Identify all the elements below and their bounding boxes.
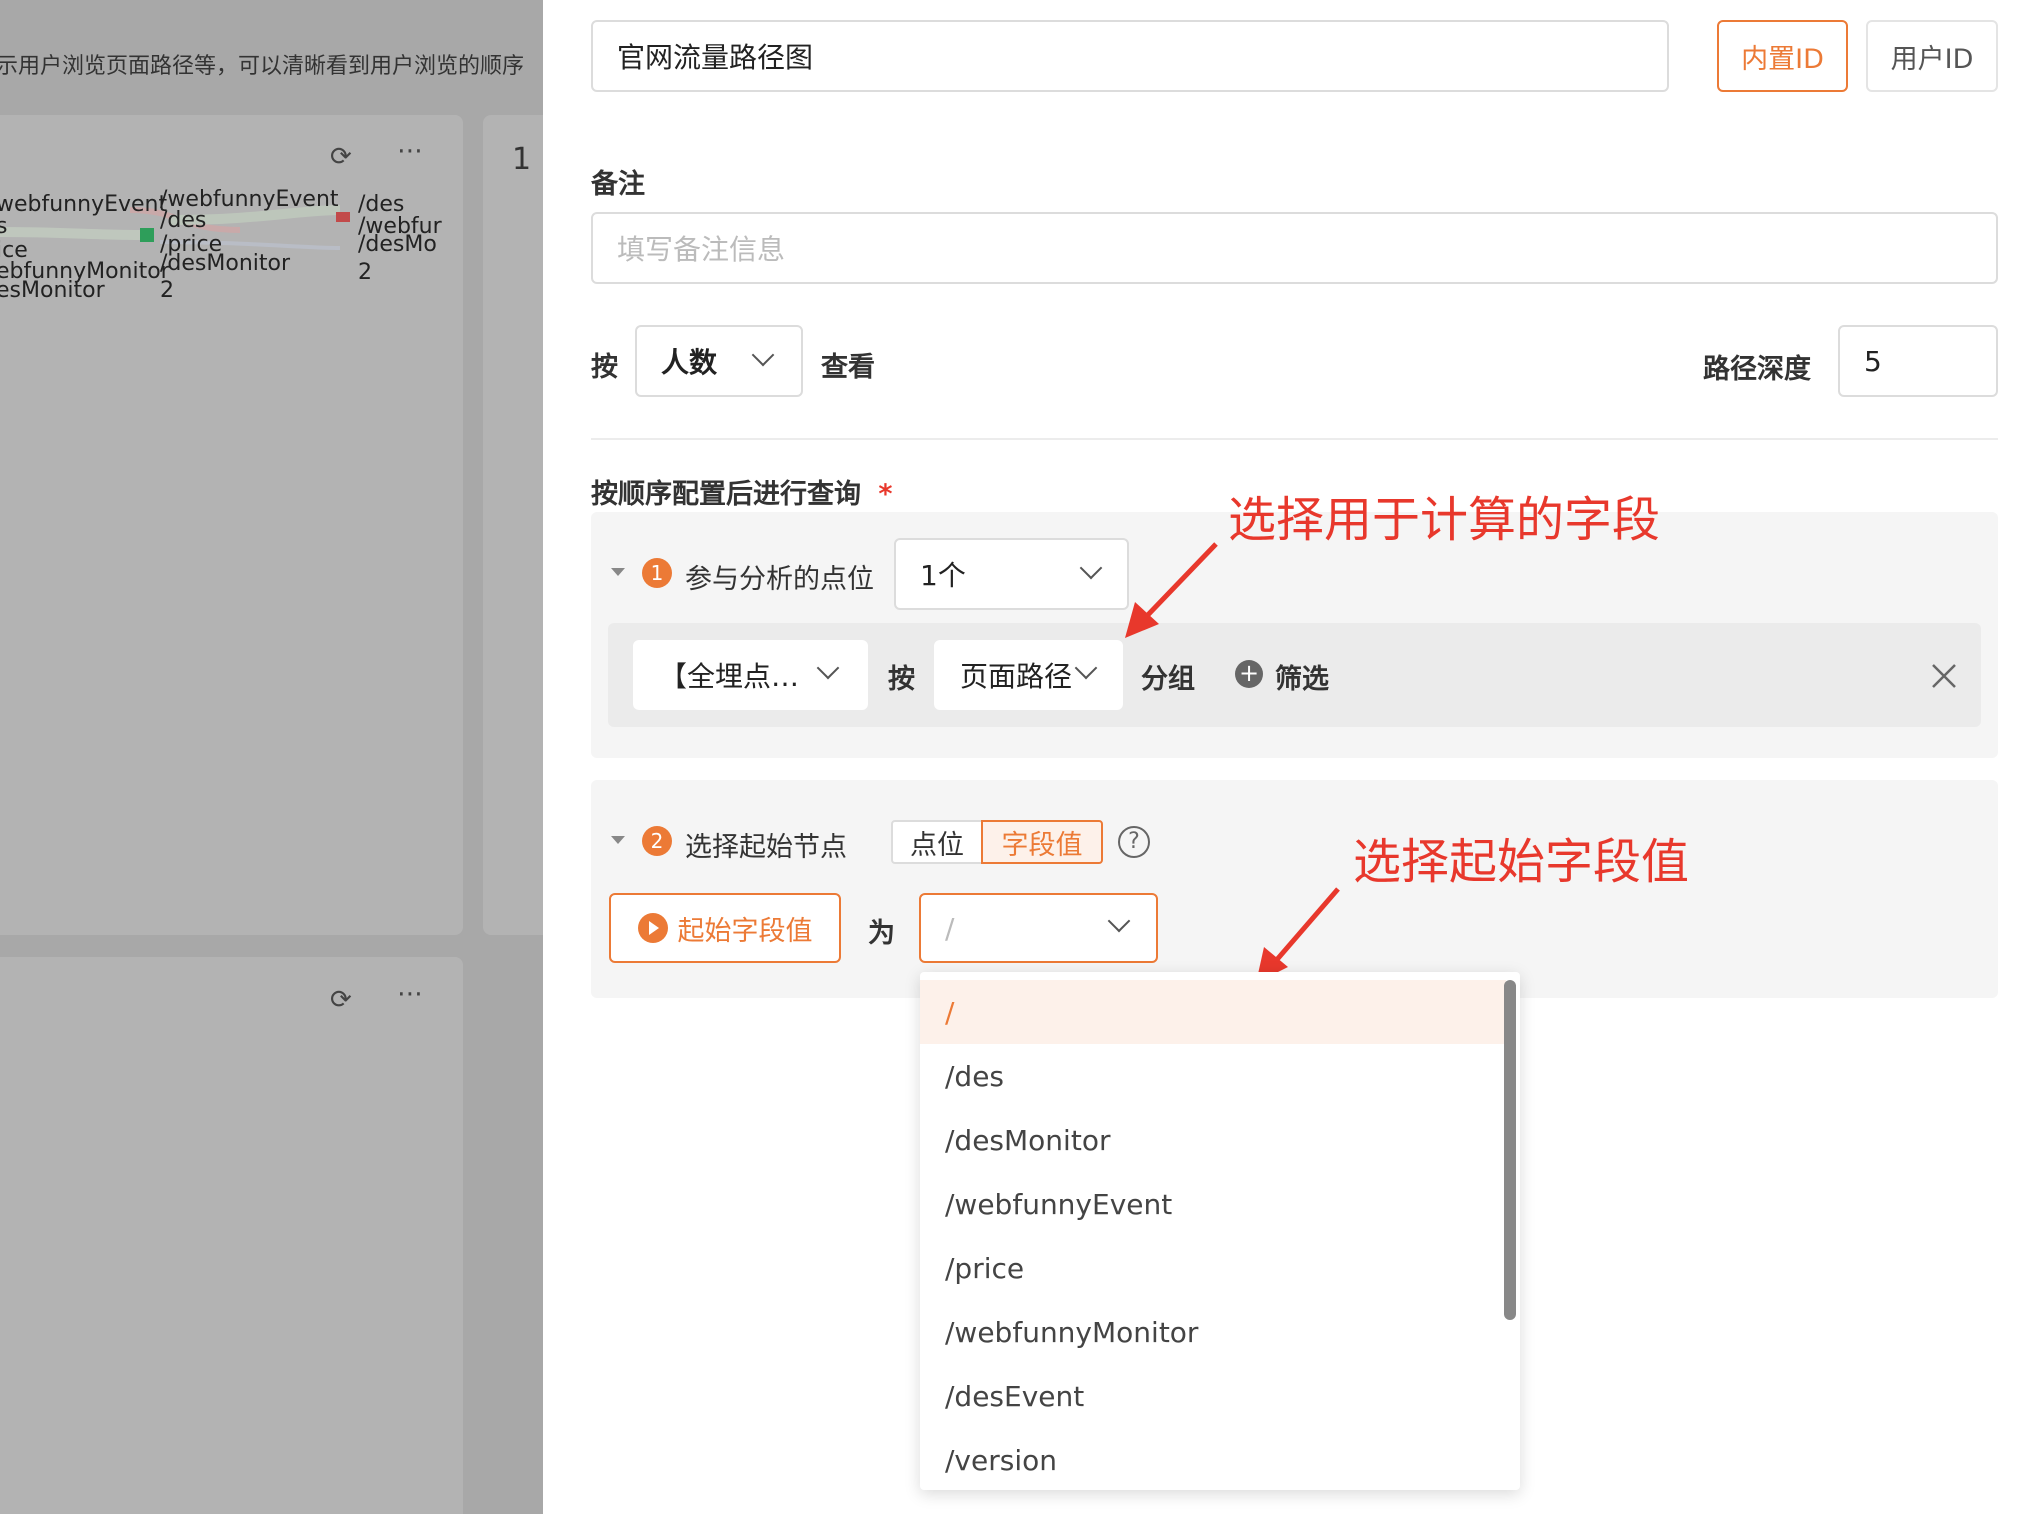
group-field-value: 页面路径 bbox=[960, 660, 1073, 693]
step2-badge: 2 bbox=[642, 826, 672, 856]
view-label: 查看 bbox=[821, 352, 875, 383]
dropdown-option[interactable]: / bbox=[920, 980, 1506, 1044]
query-label: 按顺序配置后进行查询 * bbox=[591, 472, 893, 511]
depth-input[interactable]: 5 bbox=[1838, 325, 1998, 397]
start-field-label: 起始字段值 bbox=[677, 915, 813, 947]
chevron-down-icon bbox=[1107, 909, 1131, 933]
name-input[interactable]: 官网流量路径图 bbox=[591, 20, 1669, 92]
sankey-node: /des bbox=[358, 192, 405, 217]
depth-label: 路径深度 bbox=[1703, 354, 1811, 385]
group-by-label: 按 bbox=[888, 664, 915, 695]
is-label: 为 bbox=[868, 918, 895, 949]
sankey-node: 2 bbox=[160, 278, 174, 303]
arrow-icon bbox=[1125, 542, 1218, 638]
dropdown-option[interactable]: /webfunnyEvent bbox=[920, 1172, 1506, 1236]
required-mark: * bbox=[878, 479, 893, 510]
sankey-node: esMonitor bbox=[0, 278, 105, 303]
step1-badge: 1 bbox=[642, 558, 672, 588]
plus-circle-icon[interactable]: + bbox=[1235, 660, 1263, 688]
sankey-node: webfunnyEvent bbox=[0, 192, 168, 217]
dropdown-option[interactable]: /desEvent bbox=[920, 1364, 1506, 1428]
event-select[interactable]: 【全埋点… bbox=[633, 640, 868, 710]
start-annotation: 选择起始字段值 bbox=[1353, 834, 1690, 890]
start-value-dropdown: / /des /desMonitor /webfunnyEvent /price… bbox=[920, 972, 1520, 1490]
background-page: 示用户浏览页面路径等，可以清晰看到用户浏览的顺序 1 ⟳ ⋯ ⟳ ⋯ webfu… bbox=[0, 0, 543, 1514]
group-label: 分组 bbox=[1141, 664, 1195, 695]
dropdown-option[interactable]: /version bbox=[920, 1428, 1506, 1490]
toggle-field-value[interactable]: 字段值 bbox=[981, 820, 1103, 864]
event-count-select[interactable]: 1个 bbox=[894, 538, 1129, 610]
collapse-icon[interactable] bbox=[611, 568, 625, 576]
user-id-tab[interactable]: 用户ID bbox=[1866, 20, 1998, 92]
chevron-down-icon bbox=[751, 343, 775, 367]
refresh-icon[interactable]: ⟳ bbox=[330, 985, 352, 1015]
filter-button[interactable]: 筛选 bbox=[1275, 657, 1329, 696]
field-annotation: 选择用于计算的字段 bbox=[1228, 492, 1661, 548]
event-count-value: 1个 bbox=[920, 559, 966, 592]
remark-input[interactable]: 填写备注信息 bbox=[591, 212, 1998, 284]
by-label: 按 bbox=[591, 352, 618, 383]
close-icon[interactable] bbox=[1930, 662, 1958, 690]
dropdown-option[interactable]: /des bbox=[920, 1044, 1506, 1108]
remark-label: 备注 bbox=[591, 169, 645, 200]
chart-card bbox=[0, 957, 463, 1514]
dropdown-option[interactable]: /price bbox=[920, 1236, 1506, 1300]
divider bbox=[591, 438, 1998, 440]
sankey-node: s bbox=[0, 214, 8, 239]
collapse-icon[interactable] bbox=[611, 836, 625, 844]
sankey-bar bbox=[140, 228, 154, 242]
page-description: 示用户浏览页面路径等，可以清晰看到用户浏览的顺序 bbox=[0, 54, 525, 79]
chevron-down-icon bbox=[1079, 556, 1103, 580]
start-value-select[interactable]: / bbox=[919, 893, 1158, 963]
step1-title: 参与分析的点位 bbox=[685, 564, 874, 595]
dropdown-option[interactable]: /webfunnyMonitor bbox=[920, 1300, 1506, 1364]
step2-title: 选择起始节点 bbox=[685, 832, 847, 863]
query-label-text: 按顺序配置后进行查询 bbox=[591, 479, 861, 510]
group-field-select[interactable]: 页面路径 bbox=[934, 640, 1123, 710]
metric-value: 人数 bbox=[661, 346, 718, 379]
toggle-point[interactable]: 点位 bbox=[891, 820, 983, 864]
metric-select[interactable]: 人数 bbox=[635, 325, 803, 397]
chart-card bbox=[483, 115, 543, 935]
start-value: / bbox=[945, 911, 955, 945]
sankey-node: 2 bbox=[358, 260, 372, 285]
play-icon bbox=[637, 913, 668, 943]
help-icon[interactable]: ? bbox=[1118, 826, 1150, 858]
arrow-icon bbox=[1256, 887, 1340, 983]
sankey-node: /des bbox=[160, 208, 207, 233]
chevron-down-icon bbox=[1074, 656, 1098, 680]
event-value: 【全埋点… bbox=[659, 660, 800, 693]
dropdown-scrollbar[interactable] bbox=[1504, 980, 1516, 1320]
sankey-bar bbox=[336, 212, 350, 222]
more-icon[interactable]: ⋯ bbox=[397, 136, 423, 166]
chevron-down-icon bbox=[816, 656, 840, 680]
sankey-node: /desMo bbox=[358, 232, 437, 257]
sankey-node: /desMonitor bbox=[160, 251, 291, 276]
card-number: 1 bbox=[512, 142, 532, 177]
dropdown-option[interactable]: /desMonitor bbox=[920, 1108, 1506, 1172]
start-field-button[interactable]: 起始字段值 bbox=[609, 893, 841, 963]
refresh-icon[interactable]: ⟳ bbox=[330, 142, 352, 172]
more-icon[interactable]: ⋯ bbox=[397, 979, 423, 1009]
builtin-id-tab[interactable]: 内置ID bbox=[1717, 20, 1848, 92]
